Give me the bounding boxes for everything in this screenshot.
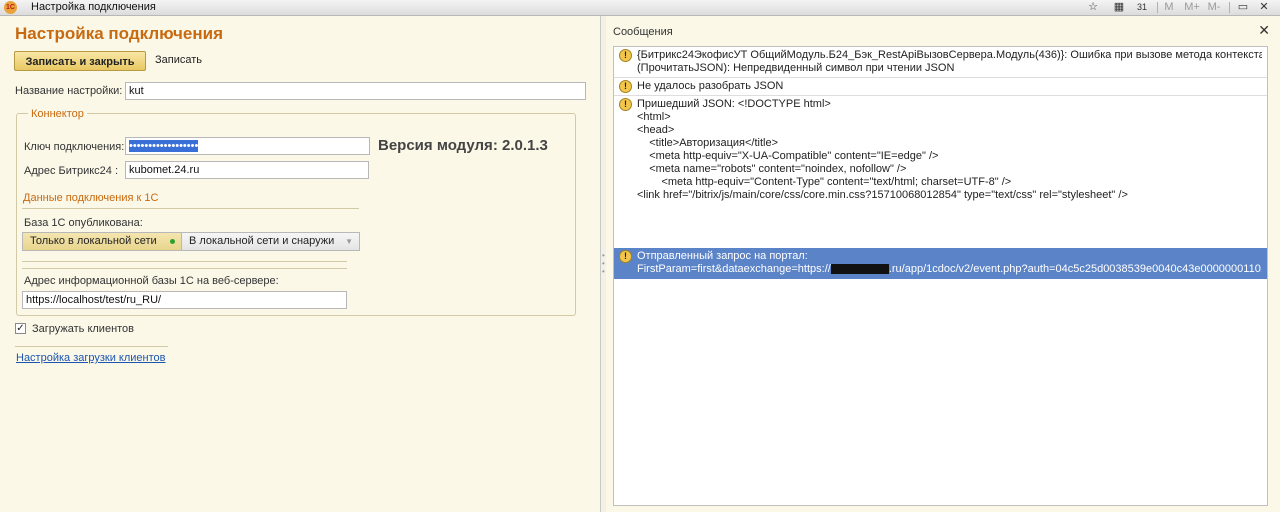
option-local-network[interactable]: Только в локальной сети <box>22 232 182 251</box>
app-logo-icon: 1С <box>4 1 17 14</box>
favorite-icon[interactable]: ☆ <box>1086 0 1100 15</box>
message-text-line2-start: FirstParam=first&dataexchange=https:// <box>637 263 831 275</box>
message-item[interactable]: ! Пришедший JSON: <!DOCTYPE html> <html>… <box>614 96 1267 226</box>
message-item[interactable]: ! Не удалось разобрать JSON <box>614 78 1267 96</box>
section-divider <box>15 346 168 347</box>
load-clients-label: Загружать клиентов <box>32 323 135 335</box>
splitter-grip-icon: • <box>602 251 605 260</box>
clients-settings-link[interactable]: Настройка загрузки клиентов <box>16 352 166 364</box>
bitrix-address-label: Адрес Битрикс24 : <box>24 165 118 177</box>
module-version: Версия модуля: 2.0.1.3 <box>378 137 548 154</box>
message-text: Пришедший JSON: <!DOCTYPE html> <html> <… <box>637 98 1128 201</box>
message-item[interactable]: ! {Битрикс24ЭкофисУТ ОбщийМодуль.Б24_Бэк… <box>614 47 1267 78</box>
memory-m-button[interactable]: M <box>1163 0 1175 15</box>
load-clients-checkbox[interactable]: ✓ <box>15 323 26 334</box>
messages-panel: Сообщения ✕ ! {Битрикс24ЭкофисУТ ОбщийМо… <box>606 16 1280 512</box>
save-button[interactable]: Записать <box>155 54 202 66</box>
messages-title: Сообщения <box>613 26 673 38</box>
warning-icon: ! <box>619 49 632 62</box>
chevron-down-icon: ▼ <box>345 237 353 246</box>
messages-list[interactable]: ! {Битрикс24ЭкофисУТ ОбщийМодуль.Б24_Бэк… <box>613 46 1268 506</box>
onec-published-label: База 1С опубликована: <box>24 217 143 229</box>
setting-name-input[interactable]: kut <box>125 82 586 100</box>
bitrix-address-input[interactable]: kubomet.24.ru <box>125 161 369 179</box>
memory-plus-button[interactable]: M+ <box>1183 0 1201 15</box>
web-address-input[interactable]: https://localhost/test/ru_RU/ <box>22 291 347 309</box>
redacted-block <box>830 264 889 275</box>
message-item-selected[interactable]: ! Отправленный запрос на портал: FirstPa… <box>614 248 1267 279</box>
onec-connection-section-title: Данные подключения к 1С <box>23 192 159 204</box>
message-text: {Битрикс24ЭкофисУТ ОбщийМодуль.Б24_Бэк_R… <box>637 49 1262 74</box>
toolbar-separator <box>1157 2 1158 13</box>
message-text-line1: Отправленный запрос на портал: <box>637 250 808 262</box>
window-titlebar: 1С Настройка подключения ☆ ▦ 31 M M+ M- … <box>0 0 1280 16</box>
toolbar-separator <box>1229 2 1230 13</box>
window-title: Настройка подключения <box>31 1 156 13</box>
connection-key-value: •••••••••••••••••• <box>129 140 199 152</box>
connection-key-label: Ключ подключения: <box>24 141 125 153</box>
web-address-label: Адрес информационной базы 1С на веб-серв… <box>24 275 279 287</box>
splitter-grip-icon: • <box>602 267 605 276</box>
option-local-and-external-label: В локальной сети и снаружи <box>189 235 335 247</box>
message-text-line2-end: .ru/app/1cdoc/v2/event.php?auth=04c5c25d… <box>888 263 1262 275</box>
calendar-icon[interactable]: 31 <box>1134 0 1150 15</box>
section-divider <box>22 208 359 209</box>
selected-dot-icon <box>170 239 175 244</box>
warning-icon: ! <box>619 80 632 93</box>
option-local-network-label: Только в локальной сети <box>30 235 157 247</box>
connection-key-input[interactable]: •••••••••••••••••• <box>125 137 370 155</box>
option-local-and-external[interactable]: В локальной сети и снаружи ▼ <box>181 232 360 251</box>
settings-form-panel: Настройка подключения Записать и закрыть… <box>0 16 600 512</box>
memory-minus-button[interactable]: M- <box>1205 0 1223 15</box>
close-messages-icon[interactable]: ✕ <box>1258 22 1270 39</box>
maximize-icon[interactable]: ▭ <box>1236 0 1250 15</box>
section-divider <box>22 268 347 269</box>
close-window-icon[interactable]: ✕ <box>1257 0 1271 15</box>
setting-name-label: Название настройки: <box>15 85 123 97</box>
warning-icon: ! <box>619 250 632 263</box>
warning-icon: ! <box>619 98 632 111</box>
section-divider <box>22 261 347 262</box>
calculator-icon[interactable]: ▦ <box>1112 0 1126 15</box>
save-and-close-button[interactable]: Записать и закрыть <box>14 51 146 71</box>
splitter-grip-icon: • <box>602 259 605 268</box>
message-text: Отправленный запрос на портал: FirstPara… <box>637 250 1262 276</box>
message-text: Не удалось разобрать JSON <box>637 80 784 92</box>
connector-group-title: Коннектор <box>28 108 87 120</box>
form-title: Настройка подключения <box>15 24 223 43</box>
